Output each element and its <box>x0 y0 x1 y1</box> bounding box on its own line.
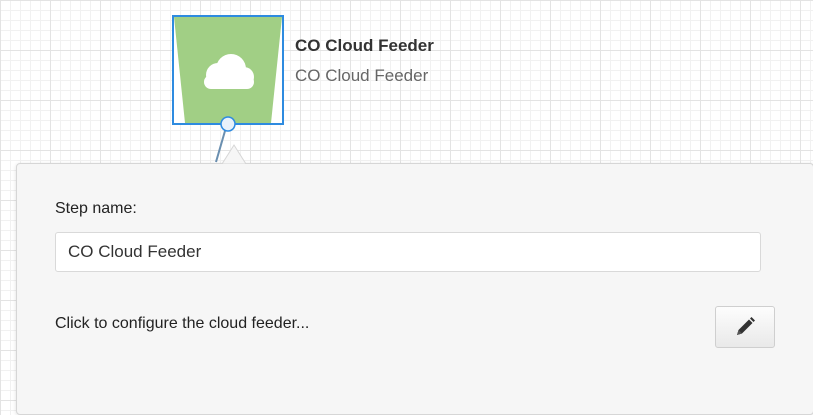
step-config-panel: Step name: Click to configure the cloud … <box>16 163 813 415</box>
step-name-input[interactable] <box>55 232 761 272</box>
step-name-label: Step name: <box>55 200 137 217</box>
configure-button[interactable] <box>715 306 775 348</box>
step-title: CO Cloud Feeder <box>295 36 434 55</box>
connector-handle[interactable] <box>220 116 236 132</box>
configure-hint-text: Click to configure the cloud feeder... <box>55 315 310 332</box>
step-node[interactable] <box>172 15 284 127</box>
step-subtitle: CO Cloud Feeder <box>295 66 429 85</box>
pencil-icon <box>737 317 755 335</box>
popover-arrow <box>221 144 248 166</box>
step-tile-graphic <box>174 17 282 123</box>
step-tile[interactable] <box>172 15 284 125</box>
